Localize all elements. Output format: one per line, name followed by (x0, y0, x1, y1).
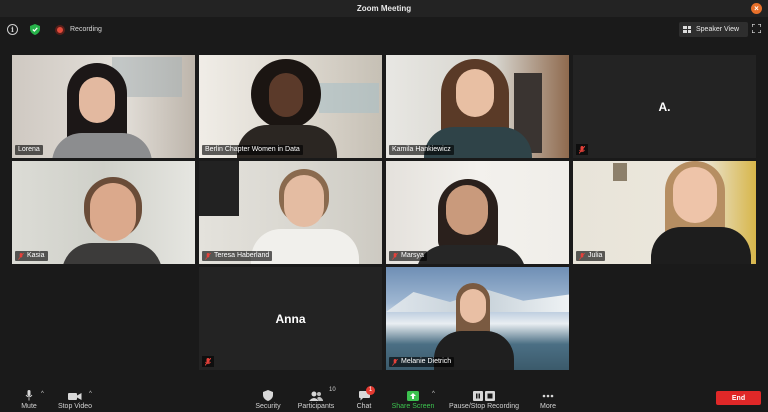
participant-name: Berlin Chapter Women in Data (205, 146, 300, 153)
participant-display-name: A. (658, 99, 671, 114)
video-tile-julia[interactable]: Julia (573, 161, 756, 264)
mute-label: Mute (21, 403, 37, 410)
speaker-view-button[interactable]: Speaker View (679, 22, 748, 37)
video-options-chevron-icon[interactable]: ^ (89, 391, 92, 397)
encryption-shield-icon[interactable] (30, 24, 40, 35)
more-label: More (540, 403, 556, 410)
recording-dot-icon (55, 24, 65, 35)
pause-stop-recording-label: Pause/Stop Recording (448, 403, 520, 410)
muted-mic-icon (202, 356, 214, 367)
participant-name-tag: Teresa Haberland (202, 251, 273, 261)
participant-name: Kasia (27, 252, 45, 259)
participants-count: 10 (329, 387, 336, 393)
video-tile-melanie[interactable]: Melanie Dietrich (386, 267, 569, 370)
meeting-controls-toolbar: Mute ^ Stop Video ^ Security Participant… (0, 385, 768, 412)
more-button[interactable]: More (536, 385, 560, 412)
video-tile-kamila[interactable]: Kamila Hankiewicz (386, 55, 569, 158)
video-tile-a[interactable]: A. (573, 55, 756, 158)
participant-name-tag: Julia (576, 251, 606, 261)
stop-video-label: Stop Video (57, 403, 93, 410)
participant-name-tag: Kamila Hankiewicz (389, 145, 454, 155)
title-bar: Zoom Meeting × (0, 0, 768, 17)
participant-name: Melanie Dietrich (401, 358, 452, 365)
participant-name-tag: Berlin Chapter Women in Data (202, 145, 303, 155)
chat-label: Chat (356, 403, 372, 410)
fullscreen-icon[interactable] (752, 24, 761, 33)
recording-indicator[interactable]: Recording (55, 23, 102, 36)
video-tile-marsya[interactable]: Marsya (386, 161, 569, 264)
meeting-top-bar: i Recording Speaker View (0, 17, 768, 41)
pause-stop-icon (473, 391, 495, 401)
more-dots-icon (542, 394, 554, 398)
share-screen-icon (407, 391, 419, 401)
muted-mic-icon (579, 252, 585, 260)
participants-icon (309, 391, 323, 401)
muted-mic-icon (392, 252, 398, 260)
muted-mic-icon (205, 252, 211, 260)
share-screen-label: Share Screen (391, 403, 435, 410)
muted-mic-icon (18, 252, 24, 260)
muted-mic-icon (392, 358, 398, 366)
participant-name: Marsya (401, 252, 424, 259)
participant-name-tag: Kasia (15, 251, 48, 261)
microphone-icon (25, 390, 33, 401)
participant-name: Kamila Hankiewicz (392, 146, 451, 153)
stop-video-button[interactable]: Stop Video (54, 385, 96, 412)
participant-display-name: Anna (275, 311, 306, 326)
meeting-info-icon[interactable]: i (7, 24, 18, 35)
recording-label: Recording (70, 26, 102, 33)
video-tile-anna[interactable]: Anna (199, 267, 382, 370)
mute-button[interactable]: Mute (16, 385, 42, 412)
share-screen-button[interactable]: Share Screen (389, 385, 437, 412)
video-tile-lorena[interactable]: Lorena (12, 55, 195, 158)
participant-name: Teresa Haberland (214, 252, 270, 259)
end-meeting-button[interactable]: End (716, 391, 761, 405)
chat-unread-badge: 1 (366, 386, 375, 395)
participant-name: Julia (588, 252, 603, 259)
muted-mic-icon (576, 144, 588, 155)
video-tile-kasia[interactable]: Kasia (12, 161, 195, 264)
video-camera-icon (68, 393, 82, 400)
pause-stop-recording-button[interactable]: Pause/Stop Recording (444, 385, 524, 412)
close-window-icon[interactable]: × (751, 3, 762, 14)
video-tile-teresa[interactable]: Teresa Haberland (199, 161, 382, 264)
share-options-chevron-icon[interactable]: ^ (432, 391, 435, 397)
participants-label: Participants (297, 403, 335, 410)
window-title: Zoom Meeting (356, 4, 412, 13)
participant-name-tag: Marsya (389, 251, 427, 261)
security-label: Security (255, 403, 281, 410)
mute-options-chevron-icon[interactable]: ^ (41, 391, 44, 397)
participant-name-tag: Lorena (15, 145, 43, 155)
video-tile-berlin-chapter[interactable]: Berlin Chapter Women in Data (199, 55, 382, 158)
speaker-view-icon (683, 26, 691, 33)
security-shield-icon (263, 390, 273, 401)
participant-name: Lorena (18, 146, 40, 153)
security-button[interactable]: Security (252, 385, 284, 412)
participant-name-tag: Melanie Dietrich (389, 357, 455, 367)
speaker-view-label: Speaker View (696, 26, 740, 33)
